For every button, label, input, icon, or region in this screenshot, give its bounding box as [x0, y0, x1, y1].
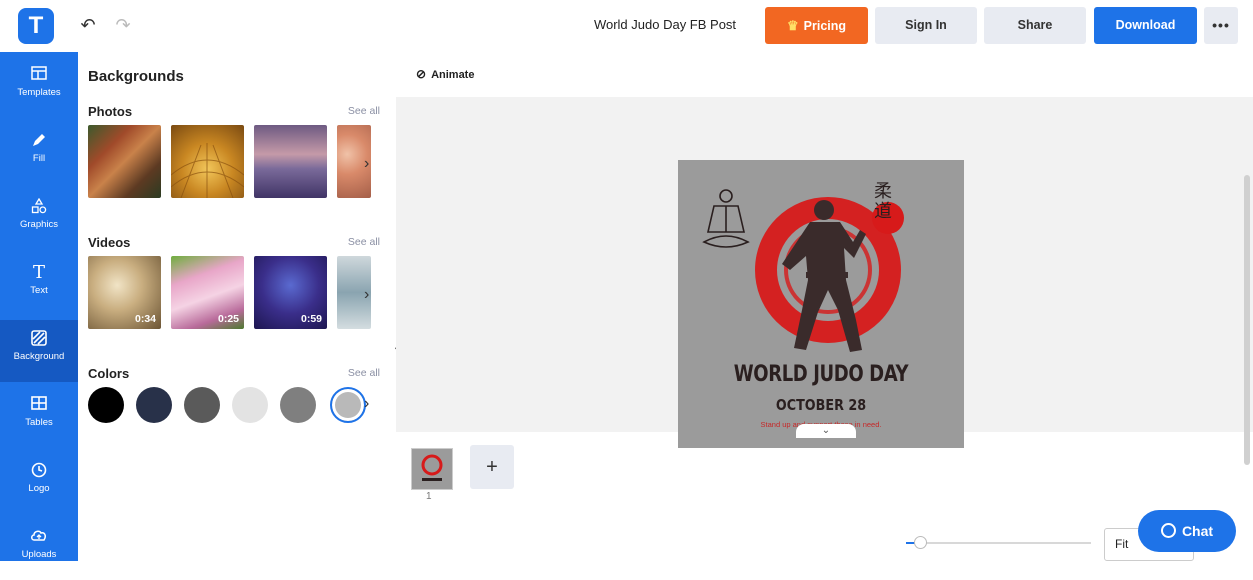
videos-section-title: Videos	[88, 235, 131, 250]
logo-icon	[29, 462, 49, 480]
sidebar-item-logo[interactable]: Logo	[0, 452, 78, 514]
photo-thumbnail[interactable]	[171, 125, 244, 198]
animate-label: Animate	[431, 69, 475, 81]
color-swatch[interactable]	[184, 387, 220, 423]
video-duration: 0:25	[217, 313, 239, 325]
background-icon	[29, 330, 49, 348]
video-duration: 0:34	[134, 313, 156, 325]
crown-icon: ♛	[786, 18, 799, 33]
animate-icon: ⊘	[416, 67, 427, 81]
document-title[interactable]: World Judo Day FB Post	[580, 17, 750, 32]
page-number: 1	[426, 491, 432, 502]
redo-icon[interactable]: ↷	[112, 14, 134, 36]
animate-button[interactable]: ⊘ Animate	[416, 67, 474, 81]
pricing-button[interactable]: ♛ Pricing	[765, 7, 868, 44]
top-bar: T ↶ ↷ World Judo Day FB Post ♛ Pricing Si…	[0, 0, 1253, 52]
color-swatch[interactable]	[88, 387, 124, 423]
colors-see-all-link[interactable]: See all	[348, 367, 380, 379]
page-thumbnail[interactable]	[411, 448, 453, 490]
sidebar-item-background[interactable]: Background	[0, 320, 78, 382]
expand-pages-chevron-icon[interactable]: ⌄	[796, 424, 856, 438]
sidebar-label: Graphics	[19, 219, 58, 230]
design-stage: 柔道 WORLD JUDO DAY OCTOBER 28 Stand up an…	[396, 97, 1253, 465]
poster-title: WORLD JUDO DAY	[733, 362, 909, 387]
video-duration: 0:59	[300, 313, 322, 325]
pricing-label: Pricing	[803, 19, 847, 33]
shapes-icon	[29, 197, 49, 216]
undo-icon[interactable]: ↶	[77, 14, 99, 36]
panel-title: Backgrounds	[88, 68, 184, 85]
sidebar-label: Uploads	[21, 549, 57, 560]
chat-button[interactable]: Chat	[1138, 510, 1236, 552]
sidebar-label: Templates	[17, 87, 61, 98]
sidebar-item-tables[interactable]: Tables	[0, 386, 78, 448]
photo-thumbnail[interactable]	[88, 125, 161, 198]
sidebar-item-text[interactable]: T Text	[0, 254, 78, 316]
sidebar-item-uploads[interactable]: Uploads	[0, 518, 78, 580]
chat-label: Chat	[1181, 523, 1214, 539]
sidebar-label: Background	[13, 351, 65, 362]
share-button[interactable]: Share	[984, 7, 1086, 44]
photos-see-all-link[interactable]: See all	[348, 105, 380, 117]
sidebar-label: Logo	[28, 483, 50, 494]
photo-thumbnail[interactable]	[254, 125, 327, 198]
download-button[interactable]: Download	[1094, 7, 1197, 44]
sidebar-label: Text	[30, 285, 48, 296]
poster-kanji: 柔道	[874, 181, 892, 222]
color-swatch[interactable]	[136, 387, 172, 423]
color-swatch[interactable]	[330, 387, 366, 423]
chat-bubble-icon	[1160, 523, 1176, 538]
videos-see-all-link[interactable]: See all	[348, 236, 380, 248]
videos-next-arrow-icon[interactable]: ›	[364, 286, 369, 304]
video-thumbnail[interactable]: 0:34	[88, 256, 161, 329]
sidebar-label: Fill	[32, 153, 46, 164]
sidebar-item-fill[interactable]: Fill	[0, 122, 78, 184]
poster-date: OCTOBER 28	[775, 396, 867, 414]
sidebar-label: Tables	[25, 417, 53, 428]
sign-in-button[interactable]: Sign In	[875, 7, 977, 44]
more-options-button[interactable]: •••	[1204, 7, 1238, 44]
app-logo[interactable]: T	[18, 8, 54, 44]
backgrounds-panel: Backgrounds Photos See all › Videos See …	[78, 52, 396, 561]
templates-icon	[29, 66, 49, 84]
color-swatch[interactable]	[232, 387, 268, 423]
cloud-upload-icon	[29, 528, 49, 546]
colors-section-title: Colors	[88, 366, 130, 381]
table-icon	[29, 396, 49, 414]
sidebar: Templates Fill Graphics T Text Backgroun…	[0, 52, 78, 561]
photos-next-arrow-icon[interactable]: ›	[364, 155, 369, 173]
video-thumbnail[interactable]: 0:25	[171, 256, 244, 329]
sidebar-item-templates[interactable]: Templates	[0, 56, 78, 118]
video-thumbnail[interactable]: 0:59	[254, 256, 327, 329]
canvas-scrollbar[interactable]	[1244, 175, 1250, 465]
pencil-icon	[29, 132, 49, 150]
zoom-knob[interactable]	[914, 536, 927, 549]
poster-canvas[interactable]: 柔道 WORLD JUDO DAY OCTOBER 28 Stand up an…	[678, 160, 964, 448]
photos-section-title: Photos	[88, 104, 133, 119]
sidebar-item-graphics[interactable]: Graphics	[0, 188, 78, 250]
text-icon: T	[32, 262, 45, 283]
zoom-slider[interactable]	[906, 536, 1091, 549]
colors-next-arrow-icon[interactable]: ›	[364, 395, 369, 413]
add-page-button[interactable]: +	[470, 445, 514, 489]
color-swatch[interactable]	[280, 387, 316, 423]
canvas-area: ⊘ Animate 柔道 WORLD JUDO DAY OCTOBER 28 S…	[396, 52, 1253, 561]
